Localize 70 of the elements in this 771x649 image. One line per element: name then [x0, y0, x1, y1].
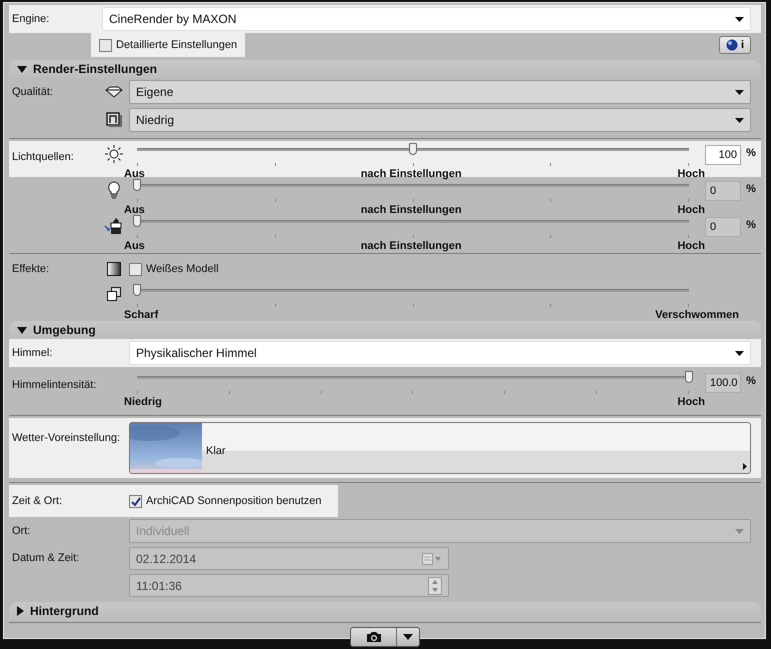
field-label: Zeit & Ort:: [11, 494, 64, 509]
weather-preset-button[interactable]: Klar: [129, 422, 751, 474]
scale-label: nach Einstellungen: [360, 203, 462, 218]
scale-label: Aus: [124, 239, 145, 254]
scale-label: Hoch: [677, 167, 705, 182]
caret-icon: [735, 90, 744, 94]
caret-icon: [735, 16, 744, 22]
scale-label: Hoch: [677, 239, 705, 254]
unit-label: %: [745, 182, 757, 197]
field-label: Engine:: [11, 12, 50, 27]
unit-label: %: [745, 146, 757, 161]
field-label: Lichtquellen:: [11, 150, 75, 165]
scale-label: Aus: [124, 203, 145, 218]
scale-label: Hoch: [678, 395, 705, 410]
caret-icon: [403, 634, 413, 640]
caret-icon: [735, 528, 744, 534]
checkbox-label: ArchiCAD Sonnenposition benutzen: [146, 494, 322, 509]
scale-label: Verschwommen: [655, 308, 739, 323]
unit-label: %: [745, 374, 757, 389]
section-header[interactable]: Umgebung: [9, 321, 761, 339]
scale-label: Hoch: [677, 203, 705, 218]
checkbox[interactable]: [99, 38, 112, 52]
brush-icon: [104, 217, 124, 235]
field-label: Effekte:: [11, 262, 50, 277]
field-label: Ort:: [11, 524, 32, 539]
info-button[interactable]: i: [718, 36, 751, 54]
field-label: Wetter-Voreinstellung:: [11, 431, 122, 446]
diamond-icon: [105, 86, 123, 98]
light-bulb-icon: [107, 181, 121, 199]
gradient-square-icon: [107, 262, 121, 276]
collapse-triangle-icon: [17, 326, 27, 334]
sphere-icon: [726, 39, 738, 51]
field-label: Himmel:: [11, 346, 54, 361]
scale-label: nach Einstellungen: [360, 239, 462, 254]
field-label: Datum & Zeit:: [11, 551, 80, 566]
unit-label: %: [745, 218, 757, 233]
section-header[interactable]: Render-Einstellungen: [9, 60, 761, 78]
slider-thumb[interactable]: [133, 284, 141, 296]
sun-icon: [105, 145, 123, 163]
camera-button[interactable]: [350, 627, 420, 647]
section-header[interactable]: Hintergrund: [9, 602, 761, 620]
checkbox-label: Detaillierte Einstellungen: [116, 38, 238, 53]
checkbox-label: Weißes Modell: [146, 262, 219, 277]
camera-icon: [366, 631, 382, 643]
slider-track[interactable]: [137, 143, 689, 157]
dropdown[interactable]: Eigene: [129, 80, 751, 104]
dropdown[interactable]: Niedrig: [129, 108, 751, 132]
scale-label: nach Einstellungen: [360, 167, 462, 182]
slider-thumb[interactable]: [409, 143, 417, 155]
checkbox[interactable]: [129, 494, 142, 508]
calendar-icon: [422, 552, 442, 564]
expand-triangle-icon: [17, 606, 24, 616]
scale-label: Aus: [124, 167, 145, 182]
caret-icon: [735, 350, 744, 356]
value-field[interactable]: 100: [705, 145, 741, 165]
dropdown[interactable]: Physikalischer Himmel: [129, 341, 751, 365]
render-quality-icon: [106, 112, 122, 128]
overlapping-squares-icon: [106, 286, 122, 302]
field-label: Himmelintensität:: [11, 378, 98, 393]
spinner-icon: [428, 576, 442, 594]
engine-dropdown[interactable]: CineRender by MAXON: [102, 7, 751, 31]
field-label: Qualität:: [11, 84, 54, 100]
scale-label: Niedrig: [124, 395, 162, 410]
checkbox[interactable]: [129, 262, 142, 276]
check-icon: [130, 496, 140, 506]
scale-label: Scharf: [124, 308, 158, 323]
caret-icon: [735, 118, 744, 122]
collapse-triangle-icon: [17, 66, 27, 72]
arrow-icon: [743, 463, 747, 470]
preset-label: Klar: [205, 444, 227, 459]
